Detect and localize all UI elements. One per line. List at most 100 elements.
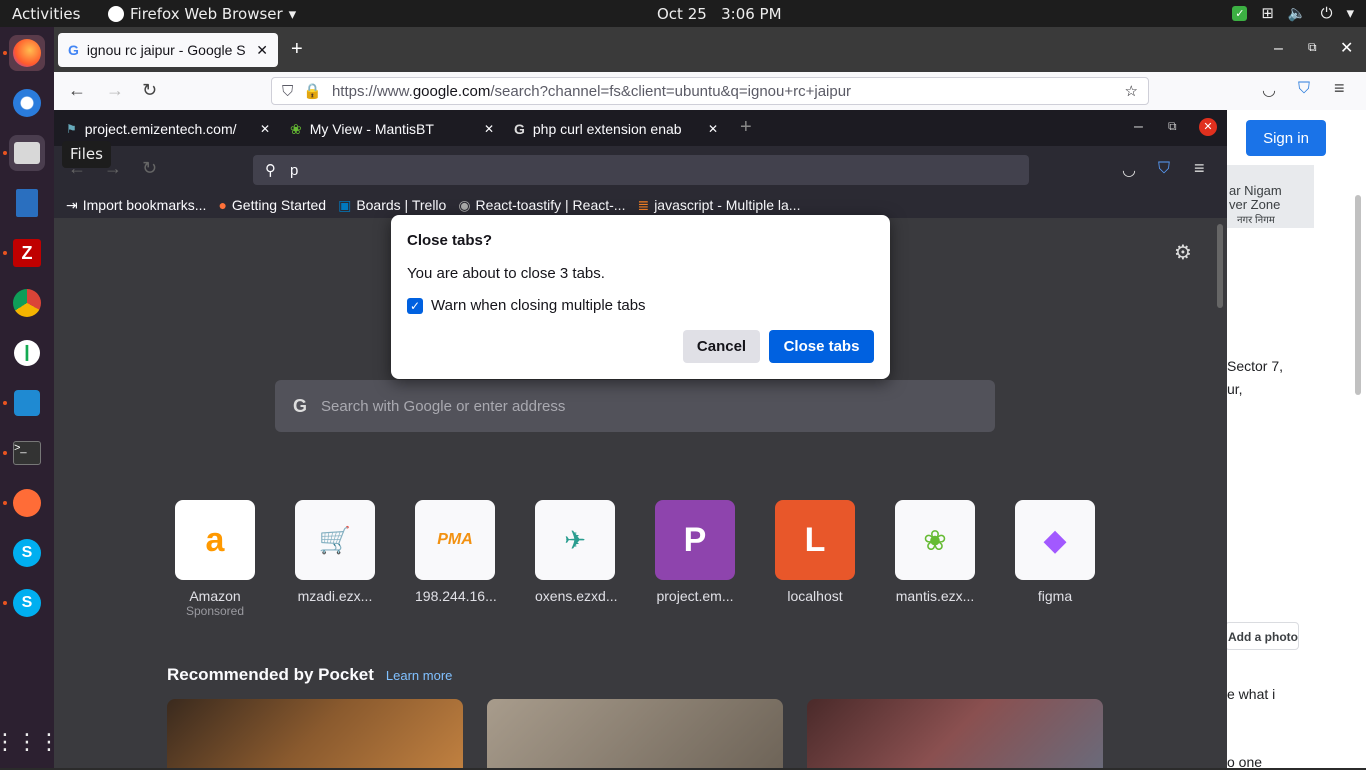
close-icon[interactable]: ✕: [260, 122, 270, 136]
bookmark-item[interactable]: ▣ Boards | Trello: [338, 197, 446, 214]
reload-icon[interactable]: ↻: [142, 158, 157, 179]
map-thumbnail[interactable]: ar Nigam ver Zone नगर निगम: [1227, 165, 1314, 228]
scrollbar[interactable]: [1217, 224, 1223, 308]
url-text: https://www.google.com/search?channel=fs…: [332, 83, 851, 100]
pocket-card[interactable]: [167, 699, 463, 768]
forward-icon[interactable]: →: [106, 80, 124, 101]
sign-in-button[interactable]: Sign in: [1246, 120, 1326, 156]
terminal-icon[interactable]: >_: [9, 435, 45, 471]
close-icon[interactable]: ✕: [484, 122, 494, 136]
network-icon[interactable]: ⊞: [1261, 4, 1274, 22]
mongodb-compass-icon[interactable]: ❙: [9, 335, 45, 371]
top-site-tile[interactable]: ❀ mantis.ezx...: [895, 500, 975, 604]
top-site-tile[interactable]: 🛒 mzadi.ezx...: [295, 500, 375, 604]
learn-more-link[interactable]: Learn more: [386, 668, 452, 683]
close-tabs-button[interactable]: Close tabs: [769, 330, 874, 363]
gnome-top-bar: Activities Firefox Web Browser ▾ Oct 25 …: [0, 0, 1366, 27]
bookmark-label: React-toastify | React-...: [475, 197, 626, 213]
pocket-card[interactable]: [487, 699, 783, 768]
top-site-tile[interactable]: P project.em...: [655, 500, 735, 604]
top-site-tile[interactable]: ✈ oxens.ezxd...: [535, 500, 618, 604]
maximize-button[interactable]: ⧉: [1308, 40, 1317, 55]
outer-url-bar[interactable]: ⛉ 🔒 https://www.google.com/search?channe…: [271, 77, 1149, 105]
show-apps-icon[interactable]: ⋮⋮⋮: [0, 724, 60, 760]
minimize-button[interactable]: –: [1274, 40, 1283, 58]
phpmyadmin-icon: PMA: [415, 500, 495, 580]
bookmark-item[interactable]: ⇥ Import bookmarks...: [66, 197, 206, 214]
filezilla-icon[interactable]: Z: [9, 235, 45, 271]
bitwarden-icon[interactable]: ⛉: [1158, 160, 1170, 178]
power-icon[interactable]: ⏻: [1321, 4, 1333, 22]
vscode-icon[interactable]: [9, 385, 45, 421]
top-site-tile[interactable]: ◆ figma: [1015, 500, 1095, 604]
firefox-icon: ●: [218, 197, 227, 213]
tab-title: My View - MantisBT: [309, 121, 434, 137]
chrome-icon[interactable]: [9, 285, 45, 321]
dialog-message: You are about to close 3 tabs.: [407, 265, 605, 282]
new-tab-button[interactable]: +: [291, 38, 303, 61]
system-tray[interactable]: ✓ ⊞ 🔈 ⏻ ▾: [1232, 4, 1354, 22]
libreoffice-writer-icon[interactable]: [9, 185, 45, 221]
tab-title: php curl extension enab: [532, 121, 682, 137]
firefox-icon[interactable]: [9, 35, 45, 71]
activities-button[interactable]: Activities: [12, 5, 80, 23]
tab-title: ignou rc jaipur - Google S: [86, 42, 246, 58]
back-icon[interactable]: ←: [68, 80, 86, 101]
tile-sponsored: Sponsored: [185, 604, 245, 618]
import-icon: ⇥: [66, 196, 78, 213]
bookmark-item[interactable]: ≣ javascript - Multiple la...: [637, 197, 800, 214]
skype-icon[interactable]: S: [9, 535, 45, 571]
chevron-down-icon[interactable]: ▾: [1346, 4, 1354, 22]
address-text: Sector 7,: [1227, 358, 1284, 374]
checkbox-checked-icon[interactable]: ✓: [407, 297, 423, 314]
update-check-icon[interactable]: ✓: [1232, 5, 1248, 21]
new-tab-button[interactable]: +: [740, 116, 752, 139]
top-site-tile[interactable]: L localhost: [775, 500, 855, 604]
gear-icon[interactable]: ⚙: [1174, 240, 1192, 265]
scrollbar[interactable]: [1355, 195, 1361, 395]
minimize-button[interactable]: –: [1134, 118, 1143, 136]
bitwarden-icon[interactable]: ⛉: [1298, 80, 1310, 98]
bookmark-item[interactable]: ● Getting Started: [218, 197, 326, 213]
menu-icon[interactable]: ≡: [1194, 158, 1205, 179]
top-site-tile[interactable]: PMA 198.244.16...: [415, 500, 497, 604]
bookmark-label: Import bookmarks...: [82, 197, 207, 213]
url-input[interactable]: p: [290, 162, 298, 179]
reload-icon[interactable]: ↻: [142, 80, 157, 101]
pocket-icon[interactable]: ◡: [1262, 80, 1276, 100]
cancel-button[interactable]: Cancel: [683, 330, 760, 363]
firefox-icon: [108, 6, 124, 22]
inner-tab[interactable]: G php curl extension enab ✕: [506, 115, 726, 143]
trello-icon: ▣: [338, 196, 352, 213]
app-menu[interactable]: Firefox Web Browser ▾: [108, 5, 296, 23]
tile-label: figma: [1037, 588, 1073, 604]
pocket-card[interactable]: [807, 699, 1103, 768]
menu-icon[interactable]: ≡: [1334, 78, 1345, 99]
close-window-button[interactable]: ✕: [1340, 38, 1353, 58]
postman-icon[interactable]: [9, 485, 45, 521]
outer-tab-active[interactable]: G ignou rc jaipur - Google S ✕: [58, 33, 278, 67]
app-menu-label: Firefox Web Browser: [130, 5, 283, 23]
warn-checkbox[interactable]: ✓ Warn when closing multiple tabs: [407, 297, 646, 314]
close-icon[interactable]: ✕: [708, 122, 718, 136]
thunderbird-icon[interactable]: [9, 85, 45, 121]
volume-icon[interactable]: 🔈: [1288, 4, 1307, 22]
tile-label: project.em...: [656, 588, 734, 604]
maximize-button[interactable]: ⧉: [1168, 119, 1177, 134]
inner-tab[interactable]: ⚑ project.emizentech.com/ ✕: [58, 115, 278, 143]
inner-url-bar[interactable]: ⚲ p: [253, 155, 1029, 185]
newtab-search-box[interactable]: G Search with Google or enter address: [275, 380, 995, 432]
top-site-tile[interactable]: a Amazon Sponsored: [175, 500, 255, 618]
clock[interactable]: Oct 25 3:06 PM: [657, 5, 782, 23]
search-placeholder: Search with Google or enter address: [321, 397, 566, 415]
files-icon[interactable]: [9, 135, 45, 171]
close-icon[interactable]: ✕: [256, 42, 268, 59]
close-window-button[interactable]: ✕: [1199, 118, 1217, 136]
chevron-down-icon: ▾: [288, 5, 297, 23]
star-icon[interactable]: ☆: [1125, 82, 1138, 100]
pocket-icon[interactable]: ◡: [1122, 160, 1136, 180]
skype-icon[interactable]: S: [9, 585, 45, 621]
inner-tab[interactable]: ❀ My View - MantisBT ✕: [282, 115, 502, 143]
bookmark-item[interactable]: ◉ React-toastify | React-...: [458, 197, 625, 214]
add-photo-button[interactable]: Add a photo: [1225, 622, 1299, 650]
